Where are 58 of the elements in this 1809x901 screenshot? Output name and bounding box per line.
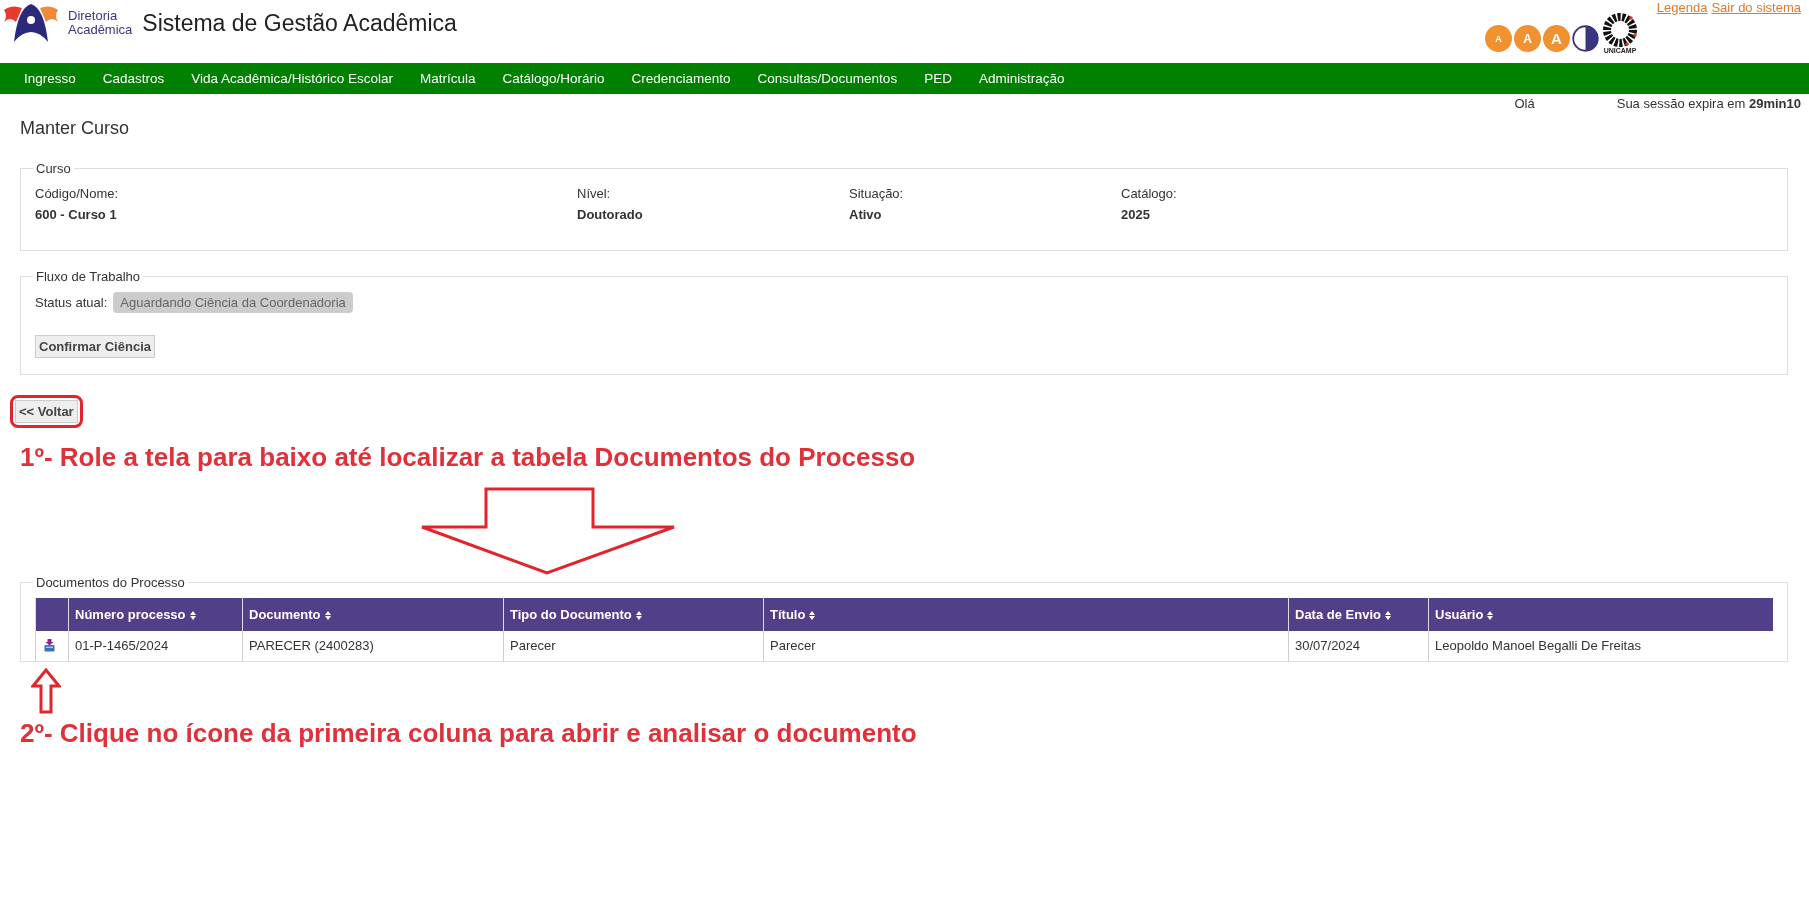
status-badge: Aguardando Ciência da Coordenadoria [113,292,353,313]
panel-legend: Documentos do Processo [33,575,188,590]
field-label: Situação: [849,186,905,201]
logo-icon [2,2,60,44]
nav-menu-item[interactable]: PED [924,71,952,86]
table-cell: 01-P-1465/2024 [68,631,243,661]
session-expiry-text: Sua sessão expira em 29min10 [1616,95,1801,111]
field-label: Catálogo: [1121,186,1178,201]
up-arrow-icon [31,668,61,714]
panel-legend: Curso [33,161,74,176]
table-cell: PARECER (2400283) [242,631,504,661]
nav-menu-item[interactable]: Cadastros [102,71,165,86]
table-cell: 30/07/2024 [1288,631,1429,661]
column-header[interactable]: Data de Envio [1288,598,1429,631]
field-value: 600 - Curso 1 [35,207,118,222]
annotation-text: 1º- Role a tela para baixo até localizar a tabela Documentos do Processo [20,442,917,473]
nav-menu-item[interactable]: Credenciamento [631,71,731,86]
panel-legend: Fluxo de Trabalho [33,269,144,284]
status-label: Status atual: [35,295,108,310]
sort-icon [1487,611,1494,621]
nav-menu-item[interactable]: Ingresso [24,71,76,86]
page-title: Manter Curso [20,118,131,139]
download-document-icon[interactable] [44,639,55,652]
confirm-button[interactable]: Confirmar Ciência [35,335,155,358]
column-header[interactable]: Número processo [68,598,243,631]
column-header[interactable]: Documento [242,598,504,631]
field-value: 2025 [1121,207,1151,222]
field-value: Ativo [849,207,883,222]
column-header[interactable]: Tipo do Documento [503,598,764,631]
university-logo-icon [1601,13,1639,47]
logo-text: Acadêmica [68,23,133,37]
field-label: Código/Nome: [35,186,120,201]
sort-icon [1384,611,1391,621]
nav-menu-item[interactable]: Matrícula [419,71,476,86]
sort-icon [809,611,816,621]
field-value: Doutorado [577,207,644,222]
sort-icon [324,611,331,621]
table-cell: Leopoldo Manoel Begalli De Freitas [1428,631,1773,661]
column-header[interactable]: Título [763,598,1289,631]
back-button[interactable]: << Voltar [15,400,78,423]
contrast-icon[interactable] [1572,25,1599,52]
nav-menu-item[interactable]: Consultas/Documentos [757,71,898,86]
nav-menu-item[interactable]: Vida Acadêmica/Histórico Escolar [191,71,393,86]
table-cell: Parecer [763,631,1289,661]
table-cell: Parecer [503,631,764,661]
nav-menu-item[interactable]: Administração [978,71,1065,86]
field-label: Nível: [577,186,612,201]
logo-text: Diretoria [68,9,119,23]
column-header[interactable]: Usuário [1428,598,1773,631]
app-title: Sistema de Gestão Acadêmica [142,9,457,37]
sort-icon [635,611,642,621]
greeting-text: Olá [1514,95,1535,111]
header-link[interactable]: Sair do sistema [1711,0,1801,15]
header-link[interactable]: Legenda [1656,0,1708,15]
down-arrow-icon [419,487,677,575]
annotation-text: 2º- Clique no ícone da primeira coluna para abrir e analisar o documento [20,718,918,749]
nav-menu-item[interactable]: Catálogo/Horário [502,71,605,86]
sort-icon [189,611,196,621]
